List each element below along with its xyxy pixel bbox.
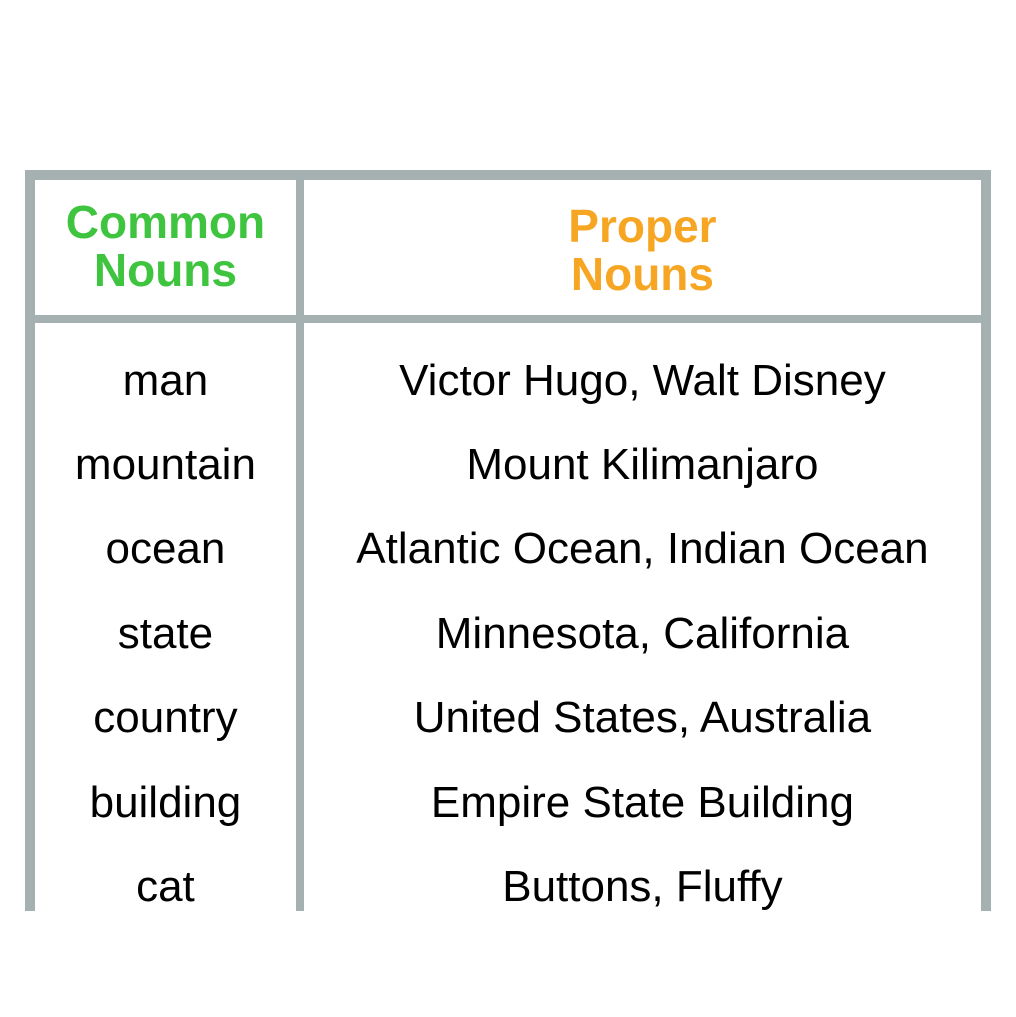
table-row: state Minnesota, California	[35, 592, 981, 676]
header-common-nouns: CommonNouns	[35, 180, 300, 319]
cell-common: mountain	[35, 423, 300, 507]
cell-proper: United States, Australia	[300, 676, 981, 760]
cell-proper: Mount Kilimanjaro	[300, 423, 981, 507]
cell-common: state	[35, 592, 300, 676]
table-row: cat Buttons, Fluffy	[35, 845, 981, 911]
cell-proper: Buttons, Fluffy	[300, 845, 981, 911]
cell-common: ocean	[35, 507, 300, 591]
cell-common: country	[35, 676, 300, 760]
header-common-label: CommonNouns	[66, 196, 265, 296]
table-row: mountain Mount Kilimanjaro	[35, 423, 981, 507]
table-row: man Victor Hugo, Walt Disney	[35, 319, 981, 423]
nouns-table: CommonNouns ProperNouns man Victor Hugo,…	[35, 180, 981, 911]
cell-proper: Victor Hugo, Walt Disney	[300, 319, 981, 423]
table-row: building Empire State Building	[35, 761, 981, 845]
cell-common: building	[35, 761, 300, 845]
cell-proper: Atlantic Ocean, Indian Ocean	[300, 507, 981, 591]
nouns-table-container: CommonNouns ProperNouns man Victor Hugo,…	[25, 170, 991, 911]
cell-proper: Empire State Building	[300, 761, 981, 845]
cell-common: man	[35, 319, 300, 423]
header-proper-label: ProperNouns	[568, 200, 716, 300]
cell-proper: Minnesota, California	[300, 592, 981, 676]
header-proper-nouns: ProperNouns	[300, 180, 981, 319]
table-row: country United States, Australia	[35, 676, 981, 760]
cell-common: cat	[35, 845, 300, 911]
table-row: ocean Atlantic Ocean, Indian Ocean	[35, 507, 981, 591]
